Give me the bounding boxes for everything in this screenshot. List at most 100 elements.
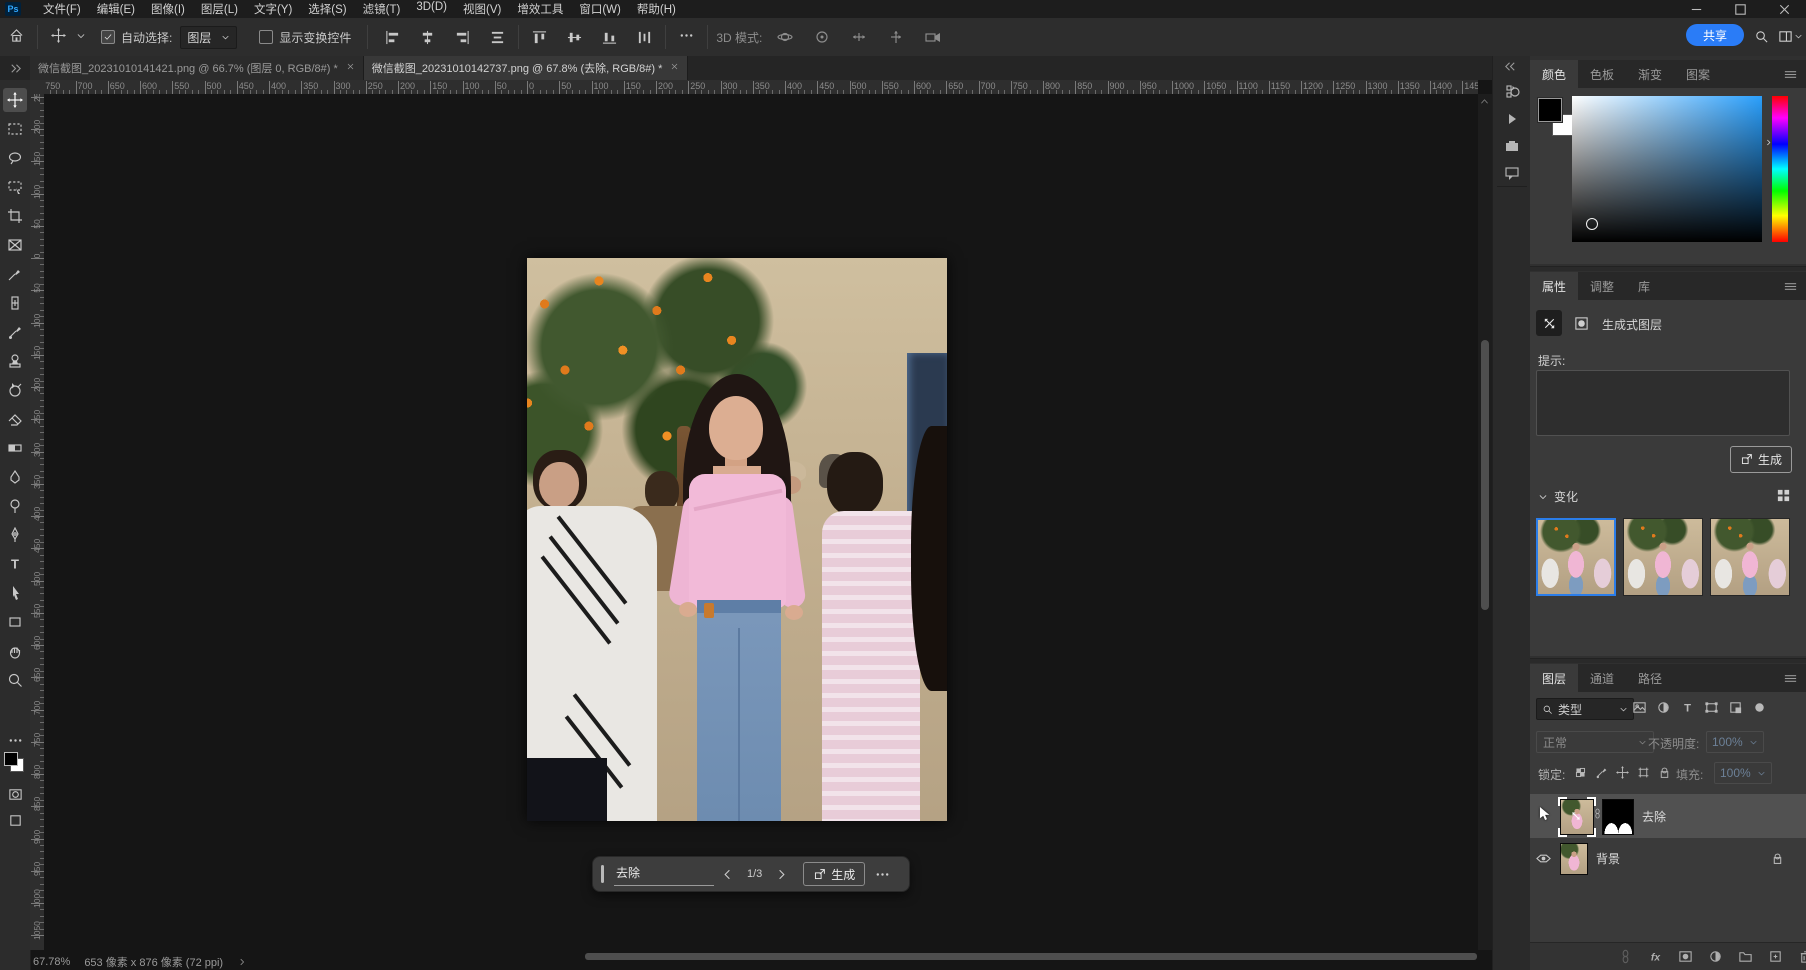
panel-tab[interactable]: 通道 <box>1578 664 1626 692</box>
pan-3d-icon[interactable] <box>851 29 867 45</box>
screen-mode-button[interactable] <box>3 808 27 832</box>
panel-tab[interactable]: 库 <box>1626 272 1662 300</box>
link-icon[interactable] <box>1618 949 1633 964</box>
previous-variation-icon[interactable] <box>720 867 735 882</box>
menu-item[interactable]: 文字(Y) <box>246 0 300 19</box>
lock-icon[interactable] <box>1658 766 1671 779</box>
color-swatches[interactable] <box>4 752 24 772</box>
generate-button[interactable]: 生成 <box>1730 446 1792 473</box>
tool-clone-stamp[interactable] <box>3 349 27 373</box>
menu-item[interactable]: 图像(I) <box>143 0 193 19</box>
layer-filter-dropdown[interactable]: 类型 <box>1536 698 1634 720</box>
hue-slider[interactable] <box>1772 96 1788 242</box>
checkerboard-icon[interactable] <box>1574 766 1587 779</box>
tool-eraser[interactable] <box>3 407 27 431</box>
menu-item[interactable]: 编辑(E) <box>89 0 143 19</box>
shape-filter-icon[interactable] <box>1704 700 1719 715</box>
variation-thumbnail[interactable] <box>1710 518 1790 596</box>
adjustment-filter-icon[interactable] <box>1656 700 1671 715</box>
menu-item[interactable]: 窗口(W) <box>571 0 629 19</box>
variation-thumbnail[interactable] <box>1536 518 1616 596</box>
menu-item[interactable]: 增效工具 <box>509 0 571 19</box>
panel-tab[interactable]: 色板 <box>1578 60 1626 88</box>
layer-row-quchu[interactable]: 去除 <box>1530 794 1806 838</box>
tool-type[interactable]: T <box>3 552 27 576</box>
adjustment-filter-icon[interactable] <box>1708 949 1723 964</box>
tool-object-selection[interactable] <box>3 175 27 199</box>
align-top-icon[interactable] <box>532 30 547 45</box>
tool-zoom[interactable] <box>3 668 27 692</box>
minimize-button[interactable] <box>1674 0 1718 18</box>
status-arrow-icon[interactable] <box>237 957 247 967</box>
taskbar-more-icon[interactable] <box>875 867 890 882</box>
zoom-level[interactable]: 67.78% <box>33 956 70 968</box>
visibility-toggle[interactable] <box>1530 851 1556 866</box>
camera-3d-icon[interactable] <box>925 29 941 45</box>
blend-mode-dropdown[interactable]: 正常 <box>1536 731 1654 753</box>
taskbar-grip-handle[interactable] <box>601 865 604 883</box>
menu-item[interactable]: 选择(S) <box>300 0 354 19</box>
tool-spot-healing[interactable] <box>3 291 27 315</box>
scroll-up-icon[interactable] <box>1479 96 1490 107</box>
generative-pin-button[interactable] <box>1536 310 1562 336</box>
foreground-color-swatch[interactable] <box>4 752 18 766</box>
panel-tab[interactable]: 图案 <box>1674 60 1722 88</box>
prompt-input[interactable] <box>1536 370 1790 436</box>
artboard-icon[interactable] <box>1637 766 1650 779</box>
panel-menu-icon[interactable] <box>1783 279 1798 294</box>
move-tool-icon[interactable] <box>51 28 66 46</box>
smart-filter-icon[interactable] <box>1728 700 1743 715</box>
saturation-brightness-field[interactable] <box>1572 96 1762 242</box>
panel-menu-icon[interactable] <box>1783 671 1798 686</box>
tool-eyedropper[interactable] <box>3 262 27 286</box>
document-tab[interactable]: 微信截图_20231010142737.png @ 67.8% (去除, RGB… <box>364 56 689 80</box>
align-bottom-icon[interactable] <box>602 30 617 45</box>
close-button[interactable] <box>1762 0 1806 18</box>
variations-header[interactable]: 变化 <box>1538 488 1578 505</box>
grid-view-icon[interactable] <box>1776 488 1791 503</box>
tool-rectangle[interactable] <box>3 610 27 634</box>
expand-panels-icon[interactable] <box>1503 59 1518 74</box>
vertical-scrollbar[interactable] <box>1478 94 1492 950</box>
align-left-icon[interactable] <box>385 30 400 45</box>
align-center-h-icon[interactable] <box>420 30 435 45</box>
image-filter-icon[interactable] <box>1632 700 1647 715</box>
align-right-icon[interactable] <box>455 30 470 45</box>
panel-tab[interactable]: 调整 <box>1578 272 1626 300</box>
layer-name[interactable]: 去除 <box>1642 808 1666 825</box>
tool-lasso[interactable] <box>3 146 27 170</box>
taskbar-prompt-input[interactable]: 去除 <box>614 862 714 886</box>
tool-frame[interactable] <box>3 233 27 257</box>
layer-thumbnail[interactable] <box>1560 799 1594 835</box>
tab-close-button[interactable] <box>346 62 355 74</box>
menu-item[interactable]: 文件(F) <box>35 0 89 19</box>
fill-value[interactable]: 100% <box>1714 762 1772 784</box>
tool-hand[interactable] <box>3 639 27 663</box>
move-icon[interactable] <box>1616 766 1629 779</box>
menu-item[interactable]: 3D(D) <box>408 0 455 19</box>
layer-name[interactable]: 背景 <box>1596 850 1620 867</box>
tool-gradient[interactable] <box>3 436 27 460</box>
panel-tab[interactable]: 图层 <box>1530 664 1578 692</box>
vertical-ruler[interactable]: 2502001501005005010015020025030035040045… <box>30 94 45 950</box>
share-button[interactable]: 共享 <box>1686 24 1744 46</box>
align-center-v-icon[interactable] <box>567 30 582 45</box>
actions-panel-icon[interactable] <box>1502 109 1522 129</box>
horizontal-scrollbar-thumb[interactable] <box>585 953 1477 960</box>
show-transform-checkbox[interactable] <box>259 30 273 44</box>
generative-layer-badge[interactable] <box>1568 310 1594 336</box>
chevron-down-icon[interactable] <box>76 30 86 44</box>
hue-marker-icon[interactable] <box>1764 138 1773 147</box>
tool-rectangular-marquee[interactable] <box>3 117 27 141</box>
tool-crop[interactable] <box>3 204 27 228</box>
menu-item[interactable]: 滤镜(T) <box>355 0 409 19</box>
history-panel-icon[interactable] <box>1502 82 1522 102</box>
new-layer-icon[interactable] <box>1768 949 1783 964</box>
next-variation-icon[interactable] <box>774 867 789 882</box>
variation-thumbnail[interactable] <box>1623 518 1703 596</box>
tab-close-button[interactable] <box>670 62 679 74</box>
distribute-h-icon[interactable] <box>637 30 652 45</box>
taskbar-generate-button[interactable]: 生成 <box>803 862 865 886</box>
auto-select-dropdown[interactable]: 图层 <box>180 26 237 49</box>
slide-3d-icon[interactable] <box>888 29 904 45</box>
